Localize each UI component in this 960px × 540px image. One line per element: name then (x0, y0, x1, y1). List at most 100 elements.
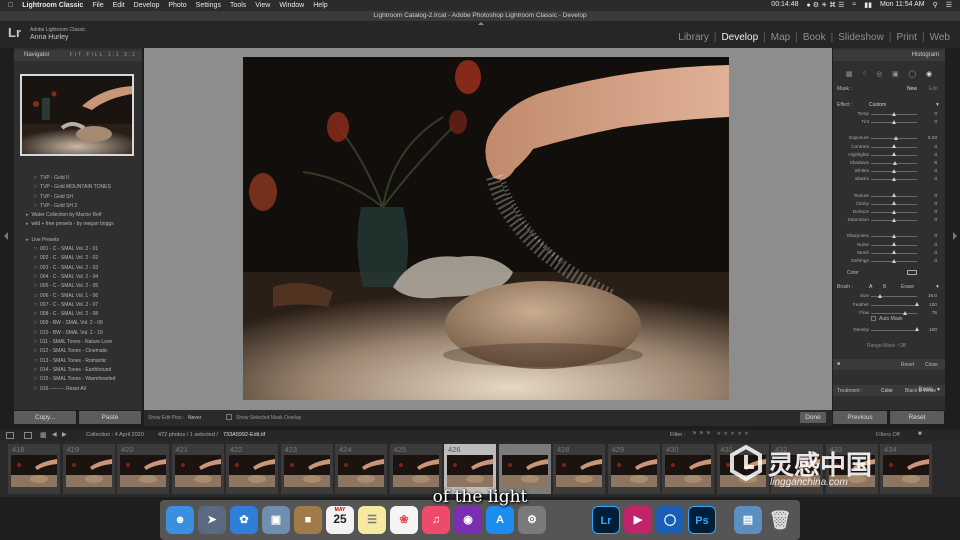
slider-dehaze[interactable]: Dehaze 0 (833, 208, 945, 216)
preset-item[interactable]: 006 - C - SMAL Vol. 1 - 06 (14, 292, 142, 301)
module-develop[interactable]: Develop (717, 32, 762, 43)
nav-3to1[interactable]: 3:1 (124, 52, 137, 58)
panel-switch-icon[interactable]: ■ (837, 361, 840, 367)
browser-icon[interactable]: ◯ (656, 506, 684, 534)
view-2-icon[interactable] (24, 432, 32, 439)
downloads-folder-icon[interactable]: ▤ (734, 506, 762, 534)
menu-help[interactable]: Help (313, 2, 327, 9)
preset-item[interactable]: 015 - SMAL Tones - Warmhearted (14, 375, 142, 384)
slider-value[interactable]: 0 (934, 233, 937, 238)
forward-arrow-icon[interactable]: ▶ (62, 431, 67, 438)
adjustment-brush-icon[interactable]: ◉ (926, 70, 932, 78)
basic-collapse-icon[interactable]: ▼ (936, 385, 941, 396)
slider-knob[interactable] (891, 111, 896, 116)
photoshop-icon[interactable]: Ps (688, 506, 716, 534)
slider-knob[interactable] (891, 144, 896, 149)
slider-exposure[interactable]: Exposure 0.33 (833, 134, 945, 142)
preset-folder[interactable]: Water Collection by Marcie Reif (14, 211, 142, 220)
slider-knob[interactable] (891, 209, 896, 214)
radial-filter-icon[interactable]: ◯ (908, 70, 916, 78)
local-reset-button[interactable]: Reset (901, 362, 914, 368)
slider-density[interactable]: Density 100 (833, 326, 945, 334)
mask-overlay-checkbox[interactable] (226, 414, 232, 420)
apple-icon[interactable]:  (8, 2, 13, 9)
slider-defringe[interactable]: Defringe 0 (833, 257, 945, 265)
launchpad-icon[interactable]: ➤ (198, 506, 226, 534)
left-panel-toggle[interactable] (4, 232, 8, 240)
slider-whites[interactable]: Whites 0 (833, 167, 945, 175)
view-1-icon[interactable] (6, 432, 14, 439)
status-icons[interactable]: ● ⚙ ☀ ⌘ ☰ (807, 1, 845, 9)
preset-item[interactable]: 014 - SMAL Tones - Earthbound (14, 366, 142, 375)
slider-value[interactable]: 100 (929, 327, 937, 332)
preset-item[interactable]: TVP - Gold II (14, 174, 142, 183)
spotlight-icon[interactable]: ⚲ (933, 1, 938, 9)
slider-highlights[interactable]: Highlights 0 (833, 151, 945, 159)
slider-sharpness[interactable]: Sharpness 0 (833, 232, 945, 240)
slider-knob[interactable] (891, 152, 896, 157)
slider-moir-[interactable]: Moiré 0 (833, 249, 945, 257)
preset-item[interactable]: 004 - C - SMAL Vol. 2 - 04 (14, 273, 142, 282)
wifi-icon[interactable]: ≈ (852, 1, 856, 9)
treatment-color[interactable]: Color (881, 388, 893, 394)
spot-removal-icon[interactable]: ○ (862, 70, 866, 77)
local-close-button[interactable]: Close (925, 362, 938, 368)
slider-value[interactable]: 16.0 (928, 293, 937, 298)
copy-button[interactable]: Copy... (14, 411, 76, 424)
trash-icon[interactable]: 🗑 (766, 506, 794, 534)
slider-value[interactable]: 0 (934, 242, 937, 247)
slider-value[interactable]: 0 (934, 144, 937, 149)
preset-item[interactable]: 010 - BW - SMAL Vol. 2 - 10 (14, 329, 142, 338)
previous-button[interactable]: Previous (833, 411, 887, 424)
slider-feather[interactable]: Feather 100 (833, 301, 945, 309)
slider-saturation[interactable]: Saturation 0 (833, 216, 945, 224)
slider-knob[interactable] (891, 258, 896, 263)
preset-item[interactable]: 008 - C - SMAL Vol. 2 - 08 (14, 310, 142, 319)
slider-flow[interactable]: Flow 75 (833, 309, 945, 317)
mask-edit-button[interactable]: Edit (929, 86, 938, 92)
filter-lock-icon[interactable]: ■ (918, 431, 922, 437)
slider-tint[interactable]: Tint 0 (833, 118, 945, 126)
slider-value[interactable]: 8 (934, 160, 937, 165)
brush-erase-button[interactable]: Erase (901, 284, 914, 290)
slider-value[interactable]: 0 (934, 176, 937, 181)
notes-icon[interactable]: ☰ (358, 506, 386, 534)
slider-knob[interactable] (877, 293, 882, 298)
slider-clarity[interactable]: Clarity 0 (833, 200, 945, 208)
slider-value[interactable]: 75 (932, 310, 937, 315)
module-web[interactable]: Web (926, 32, 954, 43)
slider-value[interactable]: 0.33 (928, 135, 937, 140)
slider-track[interactable] (871, 329, 917, 331)
safari-icon[interactable]: ✿ (230, 506, 258, 534)
slider-knob[interactable] (891, 176, 896, 181)
preset-folder[interactable]: Live Presets (14, 236, 142, 245)
slider-value[interactable]: 0 (934, 152, 937, 157)
slider-value[interactable]: 0 (934, 168, 937, 173)
effect-collapse-icon[interactable]: ▼ (935, 102, 940, 108)
slider-value[interactable]: 0 (934, 193, 937, 198)
slider-value[interactable]: 0 (934, 217, 937, 222)
music-icon[interactable]: ♫ (422, 506, 450, 534)
module-book[interactable]: Book (799, 32, 830, 43)
module-print[interactable]: Print (892, 32, 921, 43)
slider-knob[interactable] (891, 242, 896, 247)
app-icon[interactable]: ◉ (454, 506, 482, 534)
slider-knob[interactable] (891, 168, 896, 173)
menu-view[interactable]: View (255, 2, 270, 9)
slider-knob[interactable] (891, 193, 896, 198)
preset-item[interactable]: TVP - Gold SH (14, 193, 142, 202)
preset-folder[interactable]: wild + free presets - by megan boggs (14, 220, 142, 229)
slider-track[interactable] (871, 313, 917, 314)
preset-item[interactable]: 012 - SMAL Tones - Cinematic (14, 347, 142, 356)
preset-item[interactable]: 005 - C - SMAL Vol. 2 - 05 (14, 282, 142, 291)
preset-item[interactable]: 003 - C - SMAL Vol. 2 - 03 (14, 264, 142, 273)
slider-value[interactable]: 0 (934, 258, 937, 263)
slider-knob[interactable] (891, 233, 896, 238)
menu-edit[interactable]: Edit (113, 2, 125, 9)
battery-icon[interactable]: ▮▮ (864, 1, 872, 9)
slider-knob[interactable] (903, 310, 907, 315)
module-slideshow[interactable]: Slideshow (834, 32, 888, 43)
done-button[interactable]: Done (800, 412, 826, 423)
slider-value[interactable]: 0 (934, 209, 937, 214)
preset-item[interactable]: 001 - C - SMAL Vol. 2 - 01 (14, 245, 142, 254)
